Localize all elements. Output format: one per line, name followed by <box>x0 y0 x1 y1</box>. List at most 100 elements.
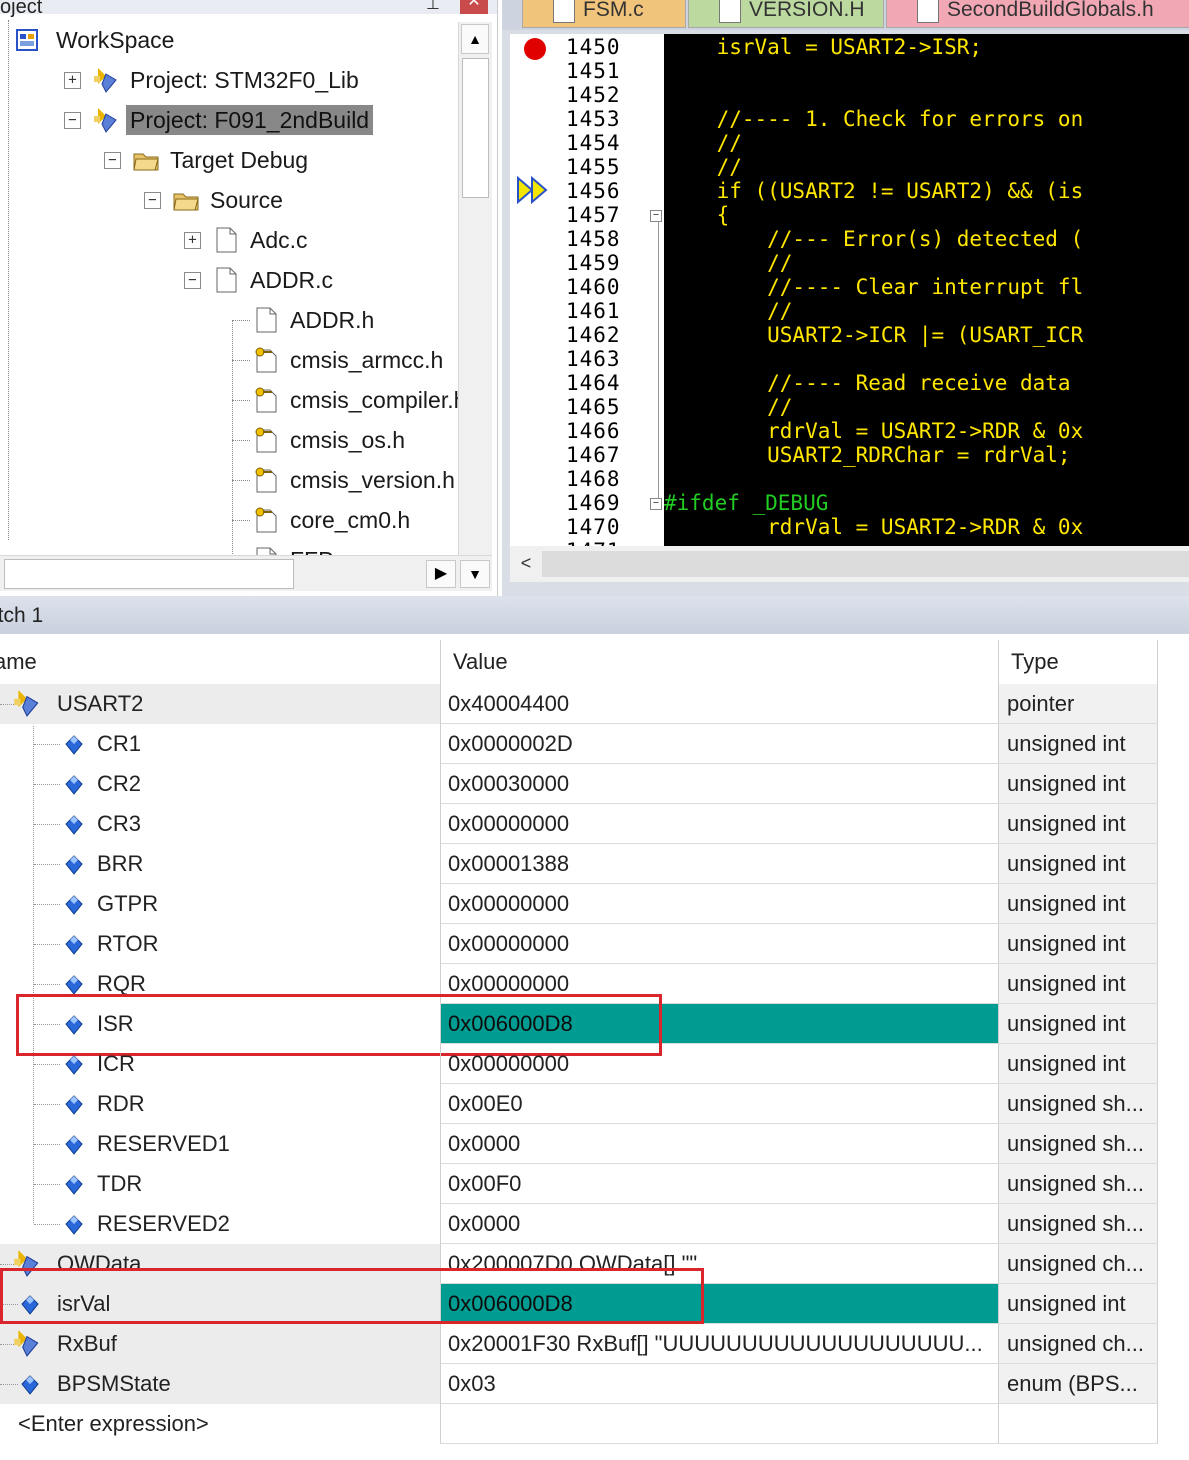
fold-toggle-icon[interactable]: − <box>650 498 662 510</box>
scroll-thumb[interactable] <box>462 58 489 198</box>
watch-row[interactable]: CR3 0x00000000 unsigned int <box>0 804 1189 844</box>
tree-item[interactable]: − ADDR.c <box>0 260 458 300</box>
watch-row[interactable]: BPSMState 0x03 enum (BPS... <box>0 1364 1189 1404</box>
code-line[interactable]: #ifdef _DEBUG <box>664 491 828 515</box>
member-icon <box>62 1174 86 1198</box>
scroll-left-icon[interactable]: < <box>514 550 538 578</box>
close-icon[interactable]: ✕ <box>460 0 488 14</box>
enter-expression-input[interactable]: <Enter expression> <box>18 1404 209 1444</box>
code-line[interactable]: // <box>666 395 792 419</box>
tree-item[interactable]: + Project: STM32F0_Lib <box>0 60 458 100</box>
line-number: 1450 <box>566 35 621 59</box>
watch-row[interactable]: RESERVED2 0x0000 unsigned sh... <box>0 1204 1189 1244</box>
editor-tab[interactable]: VERSION.H <box>688 0 884 28</box>
tree-item[interactable]: cmsis_compiler.h <box>0 380 458 420</box>
tree-item[interactable]: + Adc.c <box>0 220 458 260</box>
scroll-up-icon[interactable]: ▲ <box>461 24 489 54</box>
code-line[interactable]: USART2_RDRChar = rdrVal; <box>666 443 1070 467</box>
tree-item[interactable]: − Source <box>0 180 458 220</box>
watch-row[interactable]: RTOR 0x00000000 unsigned int <box>0 924 1189 964</box>
watch-value[interactable]: 0x00030000 <box>440 764 998 804</box>
header-key-icon <box>252 426 280 454</box>
column-header-value[interactable]: Value <box>440 640 998 684</box>
collapse-icon[interactable]: − <box>64 112 81 129</box>
expand-icon[interactable]: + <box>184 232 201 249</box>
code-line[interactable]: { <box>666 203 730 227</box>
code-view[interactable]: 1450 isrVal = USART2->ISR; 1451 1452 1453 /… <box>510 34 1189 546</box>
code-line[interactable]: // <box>666 155 742 179</box>
code-line[interactable]: rdrVal = USART2->RDR & 0x <box>666 419 1083 443</box>
watch-value[interactable]: 0x00000000 <box>440 1044 998 1084</box>
watch-row[interactable]: RESERVED1 0x0000 unsigned sh... <box>0 1124 1189 1164</box>
code-line[interactable]: // <box>666 299 792 323</box>
collapse-icon[interactable]: − <box>104 152 121 169</box>
watch-value[interactable]: 0x00000000 <box>440 924 998 964</box>
editor-tab[interactable]: SecondBuildGlobals.h <box>886 0 1189 28</box>
tree-item[interactable]: FFP. <box>0 540 458 555</box>
watch-row[interactable]: BRR 0x00001388 unsigned int <box>0 844 1189 884</box>
code-line[interactable]: if ((USART2 != USART2) && (is <box>666 179 1084 203</box>
watch-value[interactable]: 0x0000002D <box>440 724 998 764</box>
chevron-down-icon[interactable]: ▼ <box>460 560 490 588</box>
watch-row[interactable]: CR2 0x00030000 unsigned int <box>0 764 1189 804</box>
project-vertical-scrollbar[interactable]: ▲ <box>458 22 492 555</box>
scroll-thumb[interactable] <box>4 559 294 589</box>
code-line[interactable]: // <box>666 131 742 155</box>
watch-value[interactable]: 0x00001388 <box>440 844 998 884</box>
code-line[interactable]: //---- 1. Check for errors on <box>666 107 1084 131</box>
pin-icon[interactable]: ⊥ <box>426 0 440 14</box>
expand-icon[interactable]: + <box>64 72 81 89</box>
watch-type: unsigned int <box>998 724 1158 764</box>
column-header-type[interactable]: Type <box>998 640 1158 684</box>
fold-toggle-icon[interactable]: − <box>650 210 662 222</box>
code-line[interactable]: rdrVal = USART2->RDR & 0x <box>666 515 1083 539</box>
watch-value[interactable]: 0x0000 <box>440 1204 998 1244</box>
watch-row[interactable]: USART2 0x40004400 pointer <box>0 684 1189 724</box>
watch-value[interactable]: 0x00000000 <box>440 804 998 844</box>
tree-item[interactable]: WorkSpace <box>0 20 458 60</box>
watch-value[interactable] <box>440 1404 998 1444</box>
tree-item[interactable]: core_cm0.h <box>0 500 458 540</box>
watch-row[interactable]: RDR 0x00E0 unsigned sh... <box>0 1084 1189 1124</box>
tree-line <box>232 480 250 481</box>
watch-value[interactable]: 0x0000 <box>440 1124 998 1164</box>
project-horizontal-scrollbar[interactable]: ▶ ▼ <box>0 555 492 591</box>
watch-row[interactable]: GTPR 0x00000000 unsigned int <box>0 884 1189 924</box>
editor-horizontal-scrollbar[interactable]: < <box>510 546 1189 582</box>
watch-row[interactable]: ICR 0x00000000 unsigned int <box>0 1044 1189 1084</box>
scroll-right-icon[interactable]: ▶ <box>426 560 456 588</box>
watch-row[interactable]: CR1 0x0000002D unsigned int <box>0 724 1189 764</box>
tree-item[interactable]: cmsis_version.h <box>0 460 458 500</box>
watch-value[interactable]: 0x40004400 <box>440 684 998 724</box>
collapse-icon[interactable]: − <box>184 272 201 289</box>
watch-row[interactable]: RxBuf 0x20001F30 RxBuf[] "UUUUUUUUUUUUUUU… <box>0 1324 1189 1364</box>
tree-item[interactable]: ADDR.h <box>0 300 458 340</box>
code-line[interactable]: isrVal = USART2->ISR; <box>666 35 983 59</box>
tree-item[interactable]: cmsis_armcc.h <box>0 340 458 380</box>
tree-item[interactable]: cmsis_os.h <box>0 420 458 460</box>
tree-item[interactable]: − Target Debug <box>0 140 458 180</box>
breakpoint-icon[interactable] <box>524 38 546 60</box>
watch-value[interactable]: 0x00E0 <box>440 1084 998 1124</box>
watch-row[interactable]: TDR 0x00F0 unsigned sh... <box>0 1164 1189 1204</box>
tree-line <box>34 1064 60 1065</box>
watch-value[interactable]: 0x00000000 <box>440 884 998 924</box>
enter-expression-row[interactable]: <Enter expression> <box>0 1404 1189 1444</box>
file-icon <box>252 546 280 555</box>
scroll-track[interactable] <box>542 551 1189 577</box>
member-icon <box>62 854 86 878</box>
editor-tab[interactable]: FSM.c <box>522 0 686 28</box>
column-header-name[interactable]: ame <box>0 640 440 684</box>
tree-item[interactable]: − Project: F091_2ndBuild <box>0 100 458 140</box>
code-line[interactable]: //---- Clear interrupt fl <box>666 275 1083 299</box>
watch-value[interactable]: 0x20001F30 RxBuf[] "UUUUUUUUUUUUUUUUUUU.… <box>440 1324 998 1364</box>
watch-value[interactable]: 0x00F0 <box>440 1164 998 1204</box>
watch-value[interactable]: 0x03 <box>440 1364 998 1404</box>
code-line[interactable]: //---- Read receive data <box>666 371 1070 395</box>
watch-grid: ame Value Type USART2 0x40004400 pointer CR… <box>0 640 1189 1460</box>
code-line[interactable]: //--- Error(s) detected ( <box>666 227 1083 251</box>
collapse-icon[interactable]: − <box>144 192 161 209</box>
code-line[interactable]: USART2->ICR |= (USART_ICR <box>666 323 1083 347</box>
code-line[interactable]: // <box>666 251 792 275</box>
tree-line <box>34 864 60 865</box>
